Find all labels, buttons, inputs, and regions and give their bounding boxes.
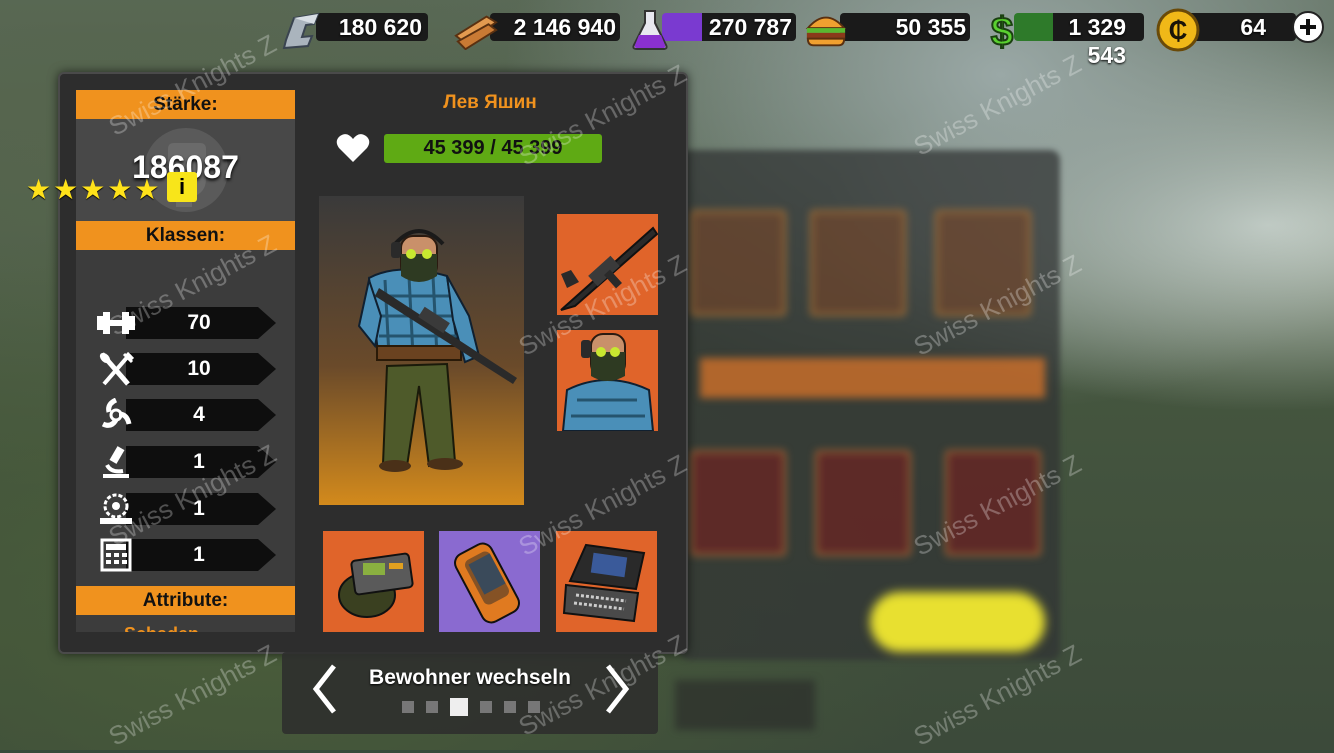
stat-row-strength: 70 <box>96 307 276 339</box>
svg-text:₵: ₵ <box>1169 15 1188 45</box>
weapon-slot[interactable] <box>557 214 658 315</box>
character-name: Лев Яшин <box>443 92 537 113</box>
stat-row-trade: 1 <box>96 538 276 572</box>
stat-row-crafting: 1 <box>96 493 276 525</box>
page-dot[interactable] <box>504 701 516 713</box>
attributes-header: Attribute: <box>76 586 295 615</box>
page-dots <box>402 698 540 716</box>
page-dot[interactable] <box>402 701 414 713</box>
background-progress-bar <box>700 358 1045 398</box>
wood-amount: 2 146 940 <box>513 14 616 40</box>
dollar-icon: $ <box>980 9 1024 51</box>
gadget-slot-watch[interactable] <box>323 531 424 632</box>
wood-planks-icon <box>454 10 498 50</box>
stat-row-medicine: 4 <box>96 398 276 431</box>
resident-switcher: Bewohner wechseln <box>282 652 658 734</box>
background-card <box>810 210 906 316</box>
attribute-label-partial: Schaden <box>124 624 199 632</box>
page-dot[interactable] <box>426 701 438 713</box>
background-card <box>945 450 1041 556</box>
stat-row-science: 1 <box>96 446 276 478</box>
stat-value: 4 <box>193 403 205 426</box>
background-card <box>690 450 786 556</box>
food-amount: 50 355 <box>895 14 966 40</box>
stat-value: 1 <box>193 450 205 473</box>
info-button[interactable]: i <box>167 172 197 202</box>
strength-header: Stärke: <box>76 90 295 119</box>
character-figure <box>357 229 517 472</box>
page-dot[interactable] <box>480 701 492 713</box>
resource-caps: ₵ 64 <box>1156 8 1296 52</box>
page-dot[interactable] <box>528 701 540 713</box>
resource-food: 50 355 <box>804 10 972 47</box>
rifle-icon <box>560 226 658 311</box>
stat-value: 10 <box>187 357 211 380</box>
page-dot-active[interactable] <box>450 698 468 716</box>
gadget-slot-case[interactable] <box>556 531 657 632</box>
add-currency-button[interactable] <box>1292 11 1324 43</box>
gps-device-icon <box>454 542 520 624</box>
resource-money: $ 1 329 543 <box>984 9 1150 68</box>
next-resident-button[interactable] <box>604 662 632 731</box>
coin-icon: ₵ <box>1156 8 1200 52</box>
wrist-device-icon <box>338 552 414 618</box>
resource-iron: 180 620 <box>280 10 448 50</box>
resource-wood: 2 146 940 <box>454 10 624 50</box>
chemicals-amount: 270 787 <box>708 14 792 40</box>
background-card <box>690 210 786 316</box>
heart-icon <box>336 133 370 168</box>
character-bust-icon <box>561 333 655 431</box>
outfit-slot[interactable] <box>557 330 658 431</box>
switch-resident-label: Bewohner wechseln <box>369 666 571 689</box>
iron-amount: 180 620 <box>338 14 422 40</box>
burger-icon <box>804 10 848 50</box>
background-arrow <box>675 680 815 730</box>
resource-chemicals: 270 787 <box>632 10 798 50</box>
caps-amount: 64 <box>1240 14 1266 40</box>
character-portrait[interactable] <box>319 196 524 505</box>
laptop-case-icon <box>562 543 646 623</box>
flask-icon <box>628 10 672 50</box>
plus-icon <box>1300 19 1316 35</box>
background-card <box>815 450 911 556</box>
stat-value: 1 <box>193 497 205 520</box>
iron-ingot-icon <box>280 10 324 50</box>
gadget-slot-gps[interactable] <box>439 531 540 632</box>
money-amount: 1 329 543 <box>1068 14 1126 68</box>
classes-header: Klassen: <box>76 221 295 250</box>
background-button <box>870 592 1045 652</box>
class-stars: ★★★★★ <box>26 174 162 205</box>
svg-text:$: $ <box>991 10 1013 51</box>
stat-value: 70 <box>187 311 211 334</box>
health-bar: 45 399 / 45 399 <box>384 134 602 163</box>
stat-value: 1 <box>193 543 205 566</box>
background-card <box>935 210 1031 316</box>
stat-row-cooking: 10 <box>96 352 276 386</box>
chevron-right-icon <box>606 664 630 714</box>
